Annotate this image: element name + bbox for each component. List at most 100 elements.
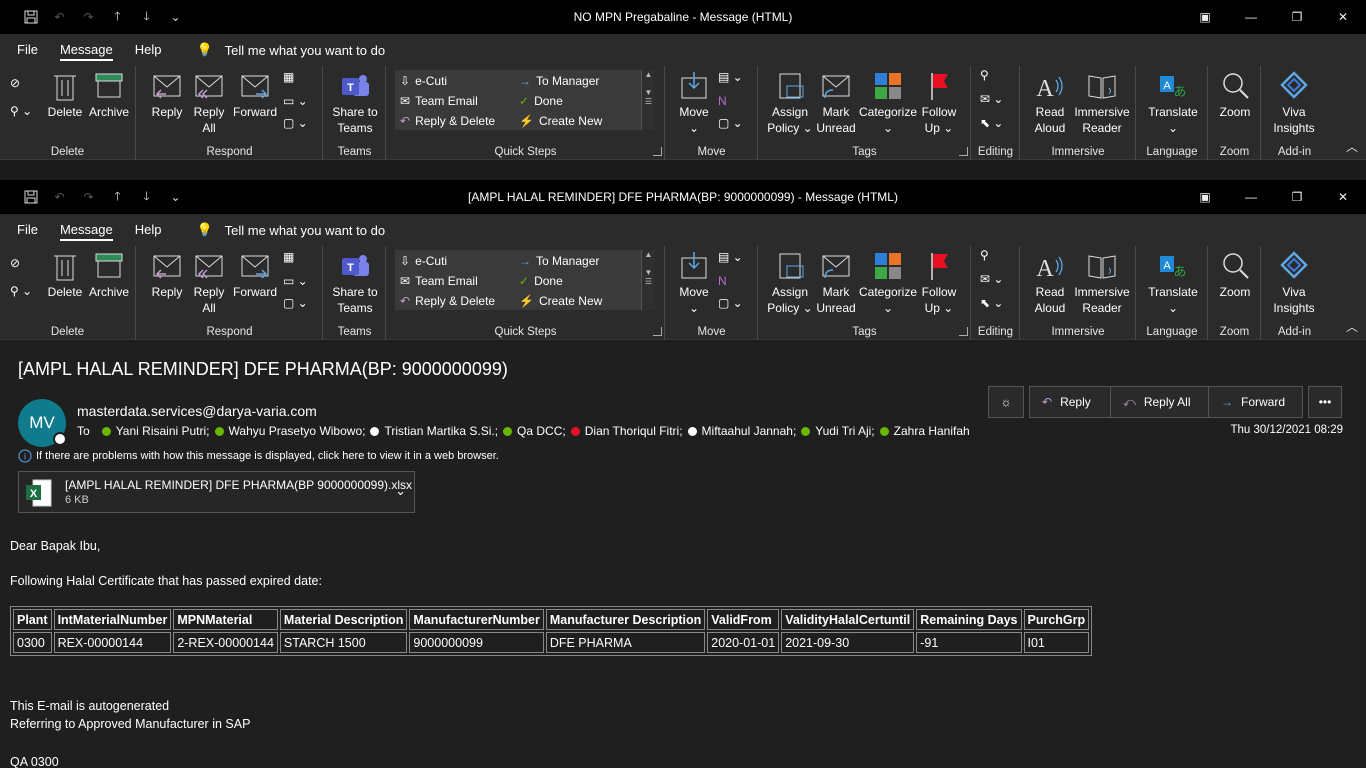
- sender-address[interactable]: masterdata.services@darya-varia.com: [77, 403, 317, 419]
- redo-icon[interactable]: ↷: [74, 0, 103, 34]
- onenote-icon[interactable]: N: [718, 274, 727, 288]
- recipient[interactable]: Qa DCC;: [503, 424, 566, 438]
- tab-message[interactable]: Message: [49, 214, 124, 246]
- quick-steps-scroll[interactable]: ▲ ▼ ☰: [641, 250, 655, 310]
- im-icon[interactable]: ▭ ⌄: [283, 94, 308, 108]
- tab-file[interactable]: File: [6, 214, 49, 246]
- meeting-icon[interactable]: ▦: [283, 250, 294, 264]
- archive-button[interactable]: Archive: [86, 70, 132, 120]
- recipient[interactable]: Yudi Tri Aji;: [801, 424, 875, 438]
- read-aloud-button[interactable]: A Read Aloud: [1027, 70, 1073, 136]
- down-arrow-icon[interactable]: 🡓: [132, 180, 161, 214]
- recipient[interactable]: Zahra Hanifah: [879, 424, 970, 438]
- quick-step-reply-delete[interactable]: ↶ Reply & Delete: [400, 294, 495, 308]
- save-icon[interactable]: [16, 0, 45, 34]
- quick-step-create-new[interactable]: ⚡ Create New: [519, 294, 602, 308]
- quick-step-team-email[interactable]: ✉ Team Email: [400, 94, 478, 108]
- im-icon[interactable]: ▭ ⌄: [283, 274, 308, 288]
- quick-step-done[interactable]: ✓ Done: [519, 274, 563, 288]
- junk-icon[interactable]: ⚲ ⌄: [10, 104, 32, 118]
- onenote-icon[interactable]: N: [718, 94, 727, 108]
- rules-icon[interactable]: ▤ ⌄: [718, 70, 743, 84]
- down-arrow-icon[interactable]: 🡓: [132, 0, 161, 34]
- close-button[interactable]: ✕: [1320, 180, 1366, 214]
- quick-step-to-manager[interactable]: → To Manager: [519, 254, 599, 268]
- forward-button[interactable]: Forward: [231, 70, 279, 120]
- reply-button[interactable]: Reply: [149, 250, 185, 300]
- tab-file[interactable]: File: [6, 34, 49, 66]
- select-icon[interactable]: ⬉ ⌄: [980, 116, 1003, 130]
- find-icon[interactable]: ⚲: [980, 68, 989, 82]
- ignore-icon[interactable]: ⊘: [10, 256, 20, 270]
- related-icon[interactable]: ✉ ⌄: [980, 92, 1003, 106]
- categorize-button[interactable]: Categorize ⌄: [857, 70, 919, 136]
- more-respond-icon[interactable]: ▢ ⌄: [283, 296, 308, 310]
- restore-ribbon-icon[interactable]: ▣: [1182, 0, 1228, 34]
- archive-button[interactable]: Archive: [86, 250, 132, 300]
- assign-policy-button[interactable]: Assign Policy ⌄: [765, 250, 815, 316]
- quick-step-to-manager[interactable]: → To Manager: [519, 74, 599, 88]
- translate-button[interactable]: A あ Translate ⌄: [1143, 250, 1203, 316]
- undo-icon[interactable]: ↶: [45, 0, 74, 34]
- tell-me-box[interactable]: 💡 Tell me what you want to do: [196, 42, 385, 58]
- chevron-down-icon[interactable]: ⌄: [395, 483, 406, 499]
- quick-step-reply-delete[interactable]: ↶ Reply & Delete: [400, 114, 495, 128]
- find-icon[interactable]: ⚲: [980, 248, 989, 262]
- follow-up-button[interactable]: Follow Up ⌄: [919, 250, 959, 316]
- junk-icon[interactable]: ⚲ ⌄: [10, 284, 32, 298]
- recipient[interactable]: Wahyu Prasetyo Wibowo;: [214, 424, 365, 438]
- forward-action-button[interactable]: → Forward: [1209, 386, 1303, 418]
- reply-all-button[interactable]: Reply All: [190, 70, 228, 136]
- up-arrow-icon[interactable]: 🡑: [103, 0, 132, 34]
- quick-step-team-email[interactable]: ✉ Team Email: [400, 274, 478, 288]
- maximize-button[interactable]: ❐: [1274, 180, 1320, 214]
- quick-step-done[interactable]: ✓ Done: [519, 94, 563, 108]
- recipient[interactable]: Miftaahul Jannah;: [687, 424, 796, 438]
- quick-step-ecuti[interactable]: ⇩ e-Cuti: [400, 254, 447, 268]
- recipient[interactable]: Dian Thoriqul Fitri;: [570, 424, 683, 438]
- recipient[interactable]: Tristian Martika S.Si.;: [370, 424, 498, 438]
- delete-button[interactable]: Delete: [45, 70, 85, 120]
- tags-dialog-launcher-icon[interactable]: [959, 147, 968, 156]
- customize-qat-icon[interactable]: ⌄: [161, 180, 190, 214]
- mark-unread-button[interactable]: Mark Unread: [815, 70, 857, 136]
- actions-icon[interactable]: ▢ ⌄: [718, 116, 743, 130]
- immersive-reader-button[interactable]: Immersive Reader: [1073, 250, 1131, 316]
- more-respond-icon[interactable]: ▢ ⌄: [283, 116, 308, 130]
- related-icon[interactable]: ✉ ⌄: [980, 272, 1003, 286]
- assign-policy-button[interactable]: Assign Policy ⌄: [765, 70, 815, 136]
- save-icon[interactable]: [16, 180, 45, 214]
- tab-help[interactable]: Help: [124, 214, 173, 246]
- customize-qat-icon[interactable]: ⌄: [161, 0, 190, 34]
- dialog-launcher-icon[interactable]: [653, 147, 662, 156]
- attachment[interactable]: X [AMPL HALAL REMINDER] DFE PHARMA(BP 90…: [18, 471, 415, 513]
- tab-help[interactable]: Help: [124, 34, 173, 66]
- translate-button[interactable]: A あ Translate ⌄: [1143, 70, 1203, 136]
- move-button[interactable]: Move ⌄: [674, 70, 714, 136]
- select-icon[interactable]: ⬉ ⌄: [980, 296, 1003, 310]
- share-to-teams-button[interactable]: T Share to Teams: [328, 250, 382, 316]
- share-to-teams-button[interactable]: T Share to Teams: [328, 70, 382, 136]
- reply-all-action-button[interactable]: ⤺ Reply All: [1111, 386, 1209, 418]
- reply-button[interactable]: Reply: [149, 70, 185, 120]
- close-button[interactable]: ✕: [1320, 0, 1366, 34]
- follow-up-button[interactable]: Follow Up ⌄: [919, 70, 959, 136]
- tags-dialog-launcher-icon[interactable]: [959, 327, 968, 336]
- sun-icon[interactable]: ☼: [988, 386, 1024, 418]
- delete-button[interactable]: Delete: [45, 250, 85, 300]
- info-bar[interactable]: i If there are problems with how this me…: [18, 449, 499, 463]
- collapse-ribbon-icon[interactable]: ︿: [1346, 318, 1358, 335]
- immersive-reader-button[interactable]: Immersive Reader: [1073, 70, 1131, 136]
- actions-icon[interactable]: ▢ ⌄: [718, 296, 743, 310]
- up-arrow-icon[interactable]: 🡑: [103, 180, 132, 214]
- more-actions-icon[interactable]: •••: [1308, 386, 1342, 418]
- recipient[interactable]: Yani Risaini Putri;: [101, 424, 210, 438]
- reply-all-button[interactable]: Reply All: [190, 250, 228, 316]
- mark-unread-button[interactable]: Mark Unread: [815, 250, 857, 316]
- quick-step-create-new[interactable]: ⚡ Create New: [519, 114, 602, 128]
- read-aloud-button[interactable]: A Read Aloud: [1027, 250, 1073, 316]
- categorize-button[interactable]: Categorize ⌄: [857, 250, 919, 316]
- quick-steps-scroll[interactable]: ▲ ▼ ☰: [641, 70, 655, 130]
- restore-ribbon-icon[interactable]: ▣: [1182, 180, 1228, 214]
- undo-icon[interactable]: ↶: [45, 180, 74, 214]
